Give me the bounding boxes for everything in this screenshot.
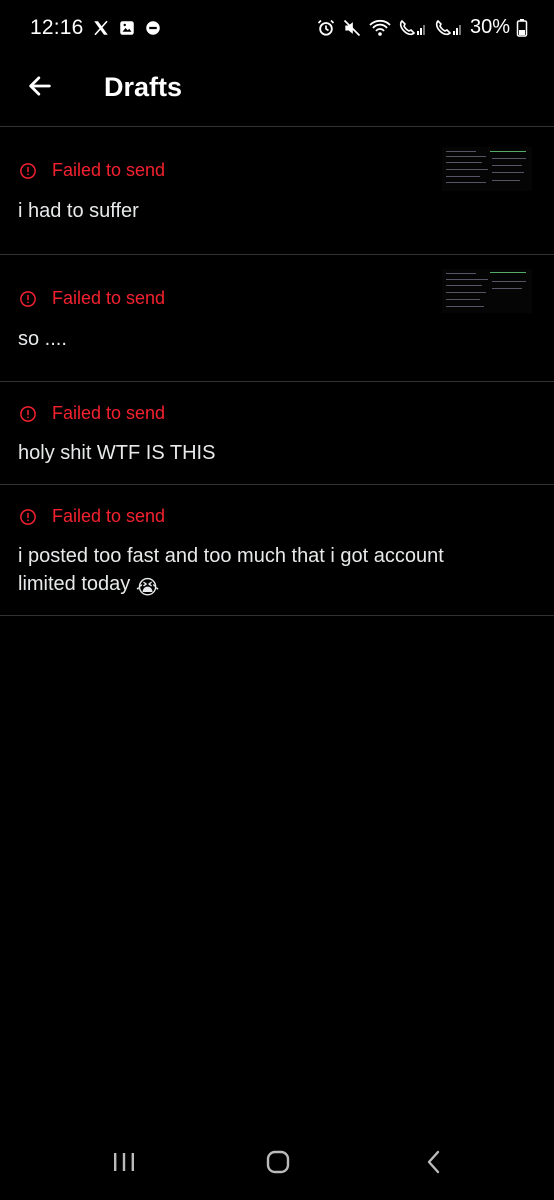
status-text: Failed to send (52, 403, 166, 423)
gallery-icon (118, 19, 136, 37)
x-logo-icon (92, 19, 110, 37)
draft-media-thumbnail (442, 269, 532, 313)
draft-item[interactable]: Failed to send holy shit WTF IS THIS (0, 382, 554, 484)
home-button[interactable] (256, 1146, 300, 1182)
arrow-left-icon (26, 72, 54, 105)
recent-apps-button[interactable] (102, 1146, 146, 1182)
status-text: Failed to send (52, 160, 166, 180)
back-icon (424, 1149, 444, 1180)
draft-status: Failed to send (18, 288, 165, 309)
draft-item[interactable]: Failed to send i had to suffer (0, 127, 554, 254)
draft-status: Failed to send (18, 403, 165, 424)
draft-item[interactable]: Failed to send so .... (0, 255, 554, 381)
system-nav-bar (0, 1128, 554, 1200)
error-icon (18, 507, 38, 527)
status-bar-right: 30% (316, 16, 528, 39)
drafts-screen: 12:16 30% Drafts Failed to send i had to… (0, 0, 554, 1200)
battery-icon (516, 18, 528, 38)
draft-text: i posted too fast and too much that i go… (18, 542, 504, 602)
call-sim1-icon (398, 18, 428, 38)
status-text: Failed to send (52, 506, 166, 526)
draft-status: Failed to send (18, 160, 165, 181)
status-time: 12:16 (30, 16, 84, 39)
loudly-crying-face-emoji: 😭 (135, 577, 160, 599)
draft-item[interactable]: Failed to send i posted too fast and too… (0, 485, 554, 615)
draft-media-thumbnail (442, 147, 532, 191)
mute-icon (342, 18, 362, 38)
status-text: Failed to send (52, 288, 166, 308)
error-icon (18, 161, 38, 181)
home-icon (265, 1149, 291, 1180)
recent-apps-icon (111, 1150, 137, 1179)
divider (0, 615, 554, 616)
error-icon (18, 289, 38, 309)
error-icon (18, 404, 38, 424)
draft-text: so .... (18, 328, 67, 350)
back-button[interactable] (18, 66, 62, 110)
do-not-disturb-icon (144, 19, 162, 37)
draft-text: holy shit WTF IS THIS (18, 442, 216, 464)
draft-text: i had to suffer (18, 200, 139, 222)
page-title: Drafts (104, 72, 183, 102)
nav-back-button[interactable] (412, 1146, 456, 1182)
app-header: Drafts (0, 58, 554, 126)
alarm-icon (316, 18, 336, 38)
wifi-calling-icon (368, 18, 392, 38)
call-sim2-icon (434, 18, 464, 38)
draft-status: Failed to send (18, 506, 165, 527)
status-bar-left: 12:16 (30, 16, 162, 40)
battery-percent: 30% (469, 16, 510, 38)
draft-text-content: i posted too fast and too much that i go… (18, 545, 444, 595)
status-bar: 12:16 30% (0, 0, 554, 58)
